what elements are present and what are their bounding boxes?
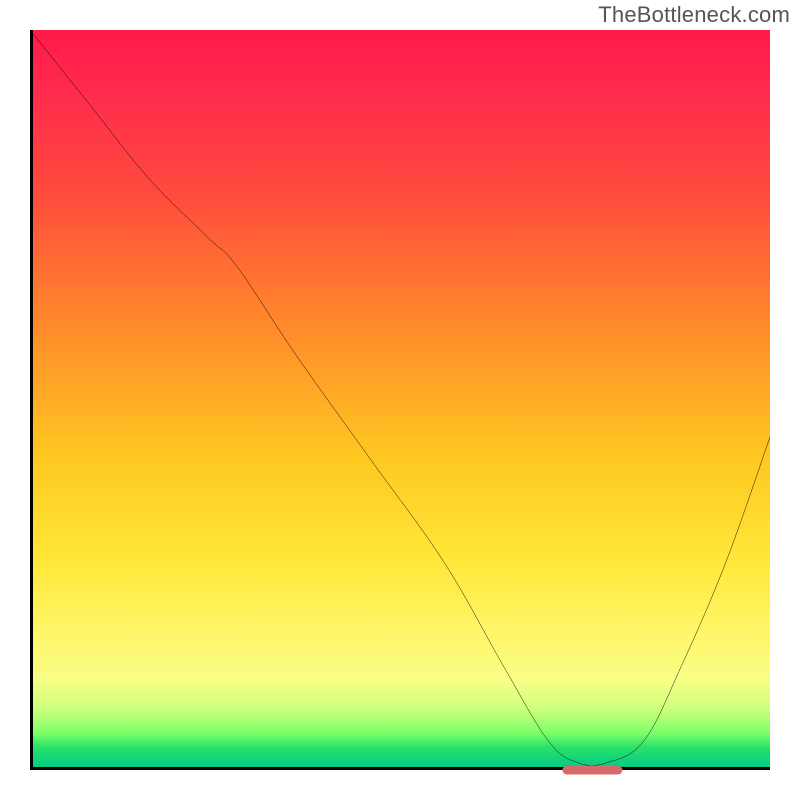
line-curve <box>30 30 770 770</box>
watermark-text: TheBottleneck.com <box>598 2 790 28</box>
baseline-marker <box>563 766 622 775</box>
chart-container: TheBottleneck.com <box>0 0 800 800</box>
plot-area <box>30 30 770 770</box>
